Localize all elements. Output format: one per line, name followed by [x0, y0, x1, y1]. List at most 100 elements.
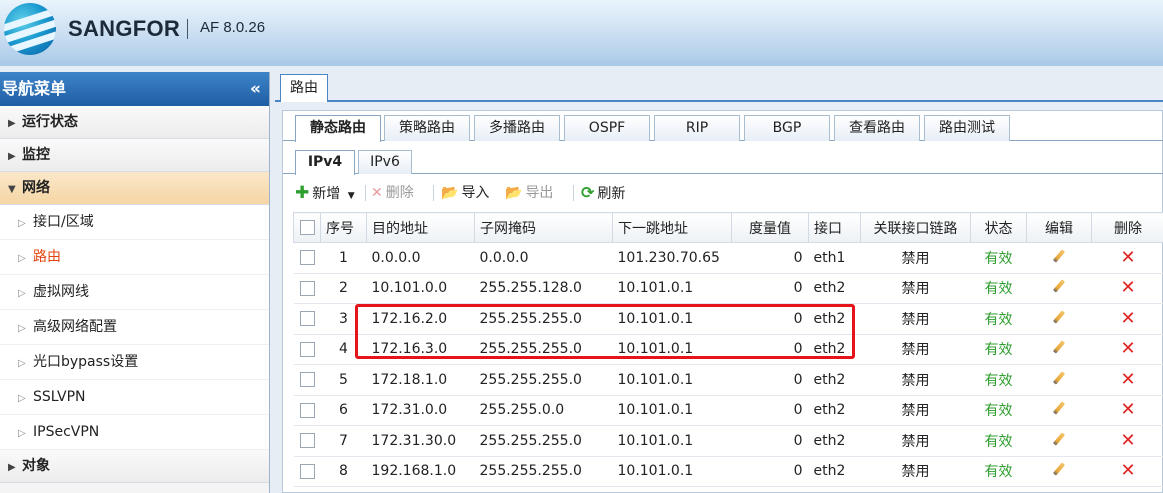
delete-x-icon[interactable]: ✕ — [1120, 430, 1135, 451]
tab-route-test[interactable]: 路由测试 — [924, 115, 1010, 141]
col-header-link[interactable]: 关联接口链路 — [860, 212, 971, 243]
col-header-delete[interactable]: 删除 — [1091, 212, 1163, 243]
col-header-mask[interactable]: 子网掩码 — [474, 212, 613, 243]
delete-x-icon[interactable]: ✕ — [1120, 247, 1135, 268]
nav-group-run-status[interactable]: ▶ 运行状态 — [0, 106, 269, 139]
delete-cell[interactable]: ✕ — [1091, 273, 1163, 304]
checkbox[interactable] — [299, 311, 315, 327]
edit-pencil-icon[interactable] — [1052, 249, 1066, 263]
col-header-no[interactable]: 序号 — [320, 212, 367, 243]
sidebar-item-route[interactable]: ▷ 路由 — [0, 240, 269, 275]
delete-x-icon[interactable]: ✕ — [1120, 308, 1135, 329]
table-row[interactable]: 2 10.101.0.0 255.255.128.0 10.101.0.1 0 eth2 禁… — [293, 273, 1163, 304]
table-row[interactable]: 6 172.31.0.0 255.255.0.0 10.101.0.1 0 eth2 禁用有… — [293, 395, 1163, 426]
cell-iface: eth2 — [808, 395, 861, 426]
tab-ipv6[interactable]: IPv6 — [358, 150, 412, 174]
edit-pencil-icon[interactable] — [1052, 401, 1066, 415]
delete-cell[interactable]: ✕ — [1091, 395, 1163, 426]
delete-x-icon[interactable]: ✕ — [1120, 460, 1135, 481]
row-checkbox-cell[interactable] — [293, 425, 321, 457]
tab-bgp[interactable]: BGP — [744, 115, 830, 141]
checkbox[interactable] — [299, 372, 315, 388]
edit-pencil-icon[interactable] — [1052, 371, 1066, 385]
nav-group-monitor[interactable]: ▶ 监控 — [0, 139, 269, 172]
table-row[interactable]: 4 172.16.3.0 255.255.255.0 10.101.0.1 0 eth2 禁… — [293, 334, 1163, 365]
table-row[interactable]: 7 172.31.30.0 255.255.255.0 10.101.0.1 0 eth2… — [293, 425, 1163, 457]
nav-group-network[interactable]: ▼ 网络 — [0, 172, 269, 205]
sidebar-item-virtual-wire[interactable]: ▷ 虚拟网线 — [0, 275, 269, 310]
checkbox[interactable] — [299, 341, 315, 357]
row-checkbox-cell[interactable] — [293, 456, 321, 487]
row-checkbox-cell[interactable] — [293, 303, 321, 335]
table-row[interactable]: 3 172.16.2.0 255.255.255.0 10.101.0.1 0 eth2 禁… — [293, 303, 1163, 335]
tab-ospf[interactable]: OSPF — [564, 115, 650, 141]
edit-cell[interactable] — [1026, 334, 1092, 365]
edit-cell[interactable] — [1026, 303, 1092, 335]
table-row[interactable]: 5 172.18.1.0 255.255.255.0 10.101.0.1 0 eth2 禁… — [293, 364, 1163, 396]
edit-pencil-icon[interactable] — [1052, 279, 1066, 293]
delete-cell[interactable]: ✕ — [1091, 425, 1163, 457]
row-checkbox-cell[interactable] — [293, 242, 321, 274]
edit-cell[interactable] — [1026, 273, 1092, 304]
checkbox[interactable] — [299, 220, 315, 235]
delete-x-icon[interactable]: ✕ — [1120, 277, 1135, 298]
sidebar-item-optical-bypass[interactable]: ▷ 光口bypass设置 — [0, 345, 269, 380]
delete-cell[interactable]: ✕ — [1091, 334, 1163, 365]
delete-cell[interactable]: ✕ — [1091, 364, 1163, 396]
delete-cell[interactable]: ✕ — [1091, 242, 1163, 274]
checkbox[interactable] — [299, 402, 315, 418]
checkbox[interactable] — [299, 250, 315, 266]
import-button[interactable]: 📂 导入 — [441, 182, 489, 204]
delete-cell[interactable]: ✕ — [1091, 456, 1163, 487]
row-checkbox-cell[interactable] — [293, 364, 321, 396]
edit-pencil-icon[interactable] — [1052, 340, 1066, 354]
sidebar-item-ipsecvpn[interactable]: ▷ IPSecVPN — [0, 415, 269, 450]
sidebar-item-sslvpn[interactable]: ▷ SSLVPN — [0, 380, 269, 415]
export-button[interactable]: 📂 导出 — [505, 182, 553, 204]
row-checkbox-cell[interactable] — [293, 395, 321, 426]
col-header-iface[interactable]: 接口 — [808, 212, 861, 243]
table-row[interactable]: 8 192.168.1.0 255.255.255.0 10.101.0.1 0 eth2… — [293, 456, 1163, 487]
edit-pencil-icon[interactable] — [1052, 432, 1066, 446]
col-header-status[interactable]: 状态 — [970, 212, 1027, 243]
col-header-metric[interactable]: 度量值 — [731, 212, 809, 243]
nav-group-object[interactable]: ▶ 对象 — [0, 450, 269, 483]
col-header-dest[interactable]: 目的地址 — [366, 212, 475, 243]
table-row[interactable]: 1 0.0.0.0 0.0.0.0 101.230.70.65 0 eth1 禁用 有效 ✕ — [293, 242, 1163, 274]
delete-cell[interactable]: ✕ — [1091, 303, 1163, 335]
delete-x-icon[interactable]: ✕ — [1120, 369, 1135, 390]
tab-ipv4[interactable]: IPv4 — [295, 150, 355, 175]
delete-x-icon[interactable]: ✕ — [1120, 399, 1135, 420]
delete-button[interactable]: ✕ 删除 — [371, 182, 414, 204]
edit-cell[interactable] — [1026, 425, 1092, 457]
checkbox[interactable] — [299, 433, 315, 449]
refresh-button[interactable]: ⟳ 刷新 — [581, 182, 625, 204]
tab-static-route[interactable]: 静态路由 — [295, 115, 381, 142]
plus-icon: ✚ — [295, 183, 310, 203]
checkbox[interactable] — [299, 463, 315, 479]
row-checkbox-cell[interactable] — [293, 273, 321, 304]
col-header-next-hop[interactable]: 下一跳地址 — [612, 212, 732, 243]
col-header-edit[interactable]: 编辑 — [1026, 212, 1092, 243]
tab-route-page[interactable]: 路由 — [280, 74, 328, 102]
collapse-sidebar-icon[interactable]: « — [250, 72, 261, 106]
tab-policy-route[interactable]: 策略路由 — [384, 115, 470, 141]
edit-cell[interactable] — [1026, 364, 1092, 396]
tab-multicast-route[interactable]: 多播路由 — [474, 115, 560, 141]
checkbox[interactable] — [299, 280, 315, 296]
tab-rip[interactable]: RIP — [654, 115, 740, 141]
edit-cell[interactable] — [1026, 242, 1092, 274]
row-checkbox-cell[interactable] — [293, 334, 321, 365]
cell-metric: 0 — [731, 303, 809, 335]
sidebar-item-advanced-network[interactable]: ▷ 高级网络配置 — [0, 310, 269, 345]
edit-cell[interactable] — [1026, 395, 1092, 426]
add-button[interactable]: ✚ 新增 ▼ — [295, 182, 355, 204]
edit-cell[interactable] — [1026, 456, 1092, 487]
edit-pencil-icon[interactable] — [1052, 310, 1066, 324]
sidebar-item-interface-zone[interactable]: ▷ 接口/区域 — [0, 205, 269, 240]
sidebar-item-label: SSLVPN — [33, 389, 86, 405]
tab-view-route[interactable]: 查看路由 — [834, 115, 920, 141]
select-all-checkbox-cell[interactable] — [293, 212, 321, 243]
delete-x-icon[interactable]: ✕ — [1120, 338, 1135, 359]
edit-pencil-icon[interactable] — [1052, 462, 1066, 476]
